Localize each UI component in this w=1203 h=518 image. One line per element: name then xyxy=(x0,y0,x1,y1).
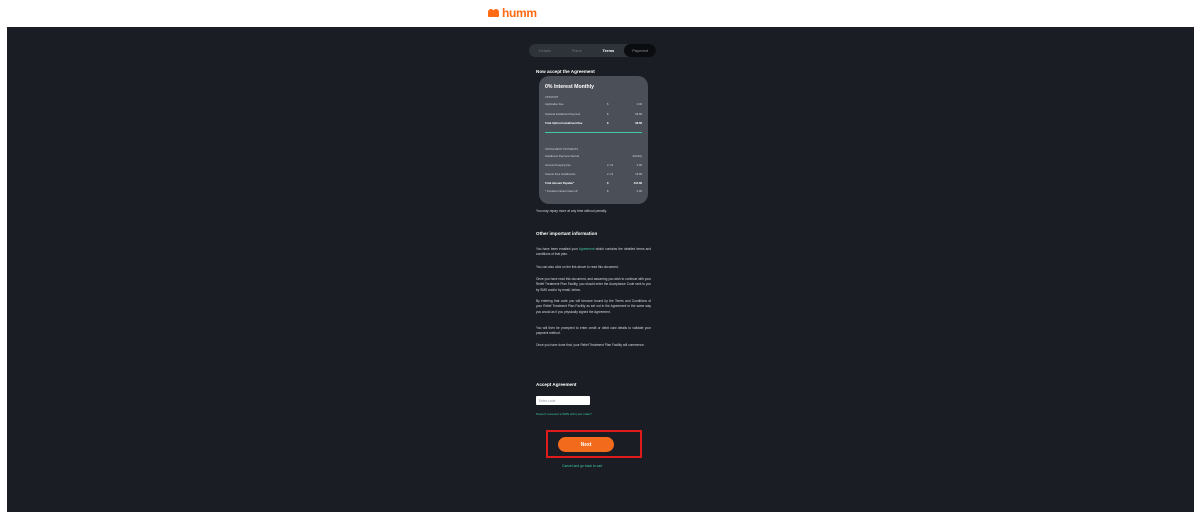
page-title: Now accept the Agreement xyxy=(536,69,595,74)
humm-logo[interactable]: humm xyxy=(488,5,537,21)
summary-row: Optional Installment Payment $96.68 xyxy=(545,113,642,116)
info-paragraph: You will then be prompted to enter credi… xyxy=(536,326,651,336)
tab-details[interactable]: Details xyxy=(529,44,561,57)
summary-row-total: Total Amount Payable* $401.86 xyxy=(545,182,642,185)
brand-name: humm xyxy=(502,6,537,20)
tab-plans[interactable]: Plans xyxy=(561,44,593,57)
acceptance-code-input[interactable]: Enter code xyxy=(536,396,590,405)
progress-tabs: Details Plans Terms Payment xyxy=(529,44,656,57)
info-paragraph: Once you have read this document, and as… xyxy=(536,277,651,292)
info-paragraph: Once you have done that, your Relief Tre… xyxy=(536,343,645,347)
installments-section-label: INSTALMENT PAYMENTS xyxy=(545,147,579,151)
info-paragraph: By entering that code you will become bo… xyxy=(536,299,651,314)
next-button[interactable]: Next xyxy=(558,437,614,452)
tab-terms[interactable]: Terms xyxy=(593,44,625,57)
info-paragraph: You can also click on the link above to … xyxy=(536,265,619,269)
plan-title: 0% Interest Monthly xyxy=(545,84,595,90)
agreement-link[interactable]: Agreement xyxy=(579,247,595,251)
tab-payment[interactable]: Payment xyxy=(624,44,656,57)
upfront-section-label: UPFRONT xyxy=(545,95,559,99)
cancel-link[interactable]: Cancel and go back to cart xyxy=(562,464,602,468)
summary-row: Interest Free Installments 2 x $19.68 xyxy=(545,173,642,176)
repay-note: You may repay more at any time without p… xyxy=(536,209,607,213)
top-header: humm xyxy=(0,0,1203,27)
summary-row: Application Fee $0.00 xyxy=(545,103,642,106)
summary-row: Installment Payment Interval Monthly xyxy=(545,155,642,158)
accept-agreement-heading: Accept Agreement xyxy=(536,382,577,387)
info-paragraph: You have been emailed your Agreement whi… xyxy=(536,247,652,257)
summary-row-total: Total Upfront Installment Due $96.68 xyxy=(545,122,642,125)
summary-row: * Includes Interest Clear off $0.00 xyxy=(545,190,642,193)
summary-row: Account Keeping Fee 2 x $0.00 xyxy=(545,164,642,167)
resend-code-link[interactable]: Haven't received a SMS with your code? xyxy=(536,412,592,416)
humm-logo-icon xyxy=(488,8,500,18)
plan-summary-card: 0% Interest Monthly UPFRONT Application … xyxy=(539,76,648,204)
other-info-heading: Other important information xyxy=(536,231,598,236)
section-divider xyxy=(545,132,642,133)
